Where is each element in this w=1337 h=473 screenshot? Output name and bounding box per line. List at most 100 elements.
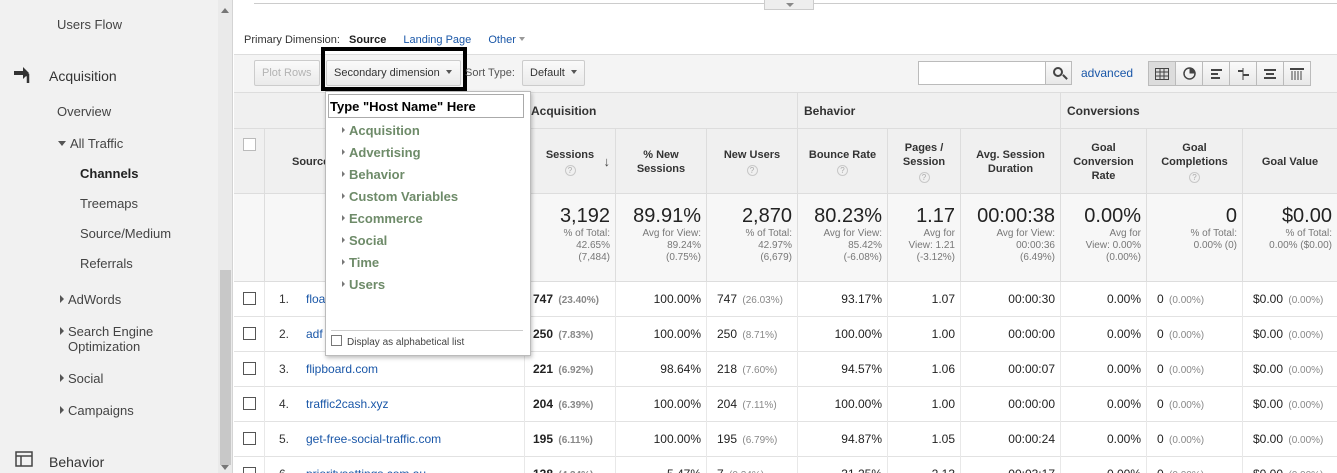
sidebar-item-referrals[interactable]: Referrals <box>80 256 133 271</box>
sidebar-scrollbar[interactable] <box>218 0 232 473</box>
col-header-sessions[interactable]: Sessions ? ↓ <box>524 129 615 194</box>
col-header-pages-session[interactable]: Pages / Session ? <box>887 129 960 194</box>
col-header-bounce-rate[interactable]: Bounce Rate ? <box>797 129 887 194</box>
sidebar-item-social[interactable]: Social <box>60 371 103 386</box>
cell-value: 0.00% <box>1106 327 1141 341</box>
cell-value: 00:00:00 <box>1008 327 1055 341</box>
term-cloud-view-button[interactable] <box>1256 61 1284 86</box>
total-new-users-l2: 42.97% <box>758 240 792 251</box>
col-header-avg-session-duration[interactable]: Avg. Session Duration <box>960 129 1060 194</box>
search-button[interactable] <box>1045 61 1072 85</box>
dimension-category-users[interactable]: Users <box>342 277 385 292</box>
row-checkbox[interactable] <box>243 432 256 445</box>
sidebar-item-treemaps[interactable]: Treemaps <box>80 196 138 211</box>
sidebar-item-overview[interactable]: Overview <box>57 104 111 119</box>
dimension-category-behavior[interactable]: Behavior <box>342 167 405 182</box>
group-acquisition: Acquisition <box>524 93 797 129</box>
acquisition-icon <box>12 66 36 87</box>
pivot-icon <box>1290 67 1304 80</box>
cell-goal-comp: 0 (0.00%) <box>1146 422 1242 457</box>
total-goal-value-l1: % of Total: <box>1285 228 1332 239</box>
sidebar-item-adwords[interactable]: AdWords <box>60 292 121 307</box>
caret-right-icon <box>342 237 345 243</box>
dimension-category-advertising[interactable]: Advertising <box>342 145 421 160</box>
source-link[interactable]: adf <box>306 317 323 352</box>
cell-value: 1.00 <box>931 327 955 341</box>
cell-value: 100.00% <box>653 292 701 306</box>
percentage-view-button[interactable] <box>1175 61 1203 86</box>
alphabetical-list-checkbox[interactable] <box>331 335 342 346</box>
sidebar-item-all-traffic[interactable]: All Traffic <box>58 136 123 151</box>
dimension-category-acquisition[interactable]: Acquisition <box>342 123 420 138</box>
help-icon[interactable]: ? <box>1189 171 1200 183</box>
dimension-category-social[interactable]: Social <box>342 233 387 248</box>
source-link[interactable]: flipboard.com <box>306 352 378 387</box>
help-icon[interactable]: ? <box>918 171 930 183</box>
select-all-checkbox[interactable] <box>243 138 256 151</box>
cell-percent: (6.79%) <box>742 435 778 446</box>
cell-sessions: 250 (7.83%) <box>524 317 615 352</box>
help-icon[interactable]: ? <box>746 164 758 176</box>
col-header-goal-value-label: Goal Value <box>1261 155 1319 168</box>
row-checkbox[interactable] <box>243 362 256 375</box>
sidebar-item-source-medium[interactable]: Source/Medium <box>80 226 171 241</box>
cell-value: 0.00% <box>1106 432 1141 446</box>
sidebar-item-seo[interactable]: Search Engine Optimization <box>60 324 153 354</box>
row-checkbox[interactable] <box>243 467 256 473</box>
col-header-goal-conversion-rate[interactable]: Goal Conversion Rate <box>1060 129 1146 194</box>
comparison-view-button[interactable] <box>1229 61 1257 86</box>
total-new-users: 2,870 % of Total: 42.97% (6,679) <box>706 194 797 282</box>
total-bounce-rate-value: 80.23% <box>814 205 882 227</box>
cell-value: 0.00% <box>1106 362 1141 376</box>
scrollbar-thumb[interactable] <box>220 270 231 465</box>
col-header-goal-completions[interactable]: Goal Completions ? <box>1146 129 1242 194</box>
table-row: 3. flipboard.com 221 (6.92%) 98.64% 218 (7.6… <box>234 352 1337 387</box>
row-checkbox[interactable] <box>243 397 256 410</box>
table-row: 5. get-free-social-traffic.com 195 (6.11%)… <box>234 422 1337 457</box>
col-header-goal-comp-line2: Completions <box>1161 155 1228 168</box>
cell-goal-conv: 0.00% <box>1060 282 1146 317</box>
table-view-button[interactable] <box>1148 61 1176 86</box>
col-header-new-users[interactable]: New Users ? <box>706 129 797 194</box>
col-header-goal-value[interactable]: Goal Value <box>1242 129 1337 194</box>
source-link[interactable]: traffic2cash.xyz <box>306 387 388 422</box>
row-checkbox[interactable] <box>243 327 256 340</box>
plot-rows-button[interactable]: Plot Rows <box>254 60 320 86</box>
cell-new-users: 195 (6.79%) <box>706 422 797 457</box>
dimension-category-ecommerce[interactable]: Ecommerce <box>342 211 423 226</box>
table-search-input[interactable] <box>918 61 1046 85</box>
total-duration-value: 00:00:38 <box>977 205 1055 227</box>
dimension-category-time[interactable]: Time <box>342 255 379 270</box>
col-header-new-sessions[interactable]: % New Sessions <box>615 129 706 194</box>
secondary-dimension-search-input[interactable] <box>328 94 524 118</box>
sidebar-item-acquisition[interactable]: Acquisition <box>49 68 117 84</box>
alphabetical-list-label[interactable]: Display as alphabetical list <box>347 337 464 348</box>
dimension-category-label: Users <box>349 277 386 292</box>
source-link[interactable]: get-free-social-traffic.com <box>306 422 441 457</box>
primary-dimension-other-link[interactable]: Other <box>488 34 525 46</box>
row-checkbox[interactable] <box>243 292 256 305</box>
dimension-category-custom-variables[interactable]: Custom Variables <box>342 189 458 204</box>
sidebar-item-campaigns[interactable]: Campaigns <box>60 403 134 418</box>
caret-right-icon <box>60 406 64 414</box>
sidebar-item-channels[interactable]: Channels <box>80 166 139 181</box>
source-link[interactable]: floa <box>306 282 325 317</box>
performance-view-button[interactable] <box>1202 61 1230 86</box>
sort-type-select[interactable]: Default <box>522 60 585 86</box>
source-link[interactable]: prioritysettings.com.au <box>306 457 426 473</box>
advanced-filter-link[interactable]: advanced <box>1081 66 1133 80</box>
cell-value: 94.87% <box>841 432 882 446</box>
primary-dimension-landing-page-link[interactable]: Landing Page <box>403 34 471 46</box>
help-icon[interactable]: ? <box>564 164 576 176</box>
cell-value: 98.64% <box>660 362 701 376</box>
sidebar-item-users-flow[interactable]: Users Flow <box>57 17 122 32</box>
help-icon[interactable]: ? <box>837 164 848 176</box>
scroll-up-icon[interactable] <box>221 8 229 13</box>
total-bounce-rate-l3: (-6.08%) <box>843 252 882 263</box>
pivot-view-button[interactable] <box>1283 61 1311 86</box>
scroll-down-icon[interactable] <box>221 465 229 470</box>
sidebar-item-behavior[interactable]: Behavior <box>49 454 104 470</box>
caret-right-icon <box>342 281 345 287</box>
cell-value: 1.06 <box>931 362 955 376</box>
collapse-chart-toggle[interactable] <box>764 0 814 10</box>
